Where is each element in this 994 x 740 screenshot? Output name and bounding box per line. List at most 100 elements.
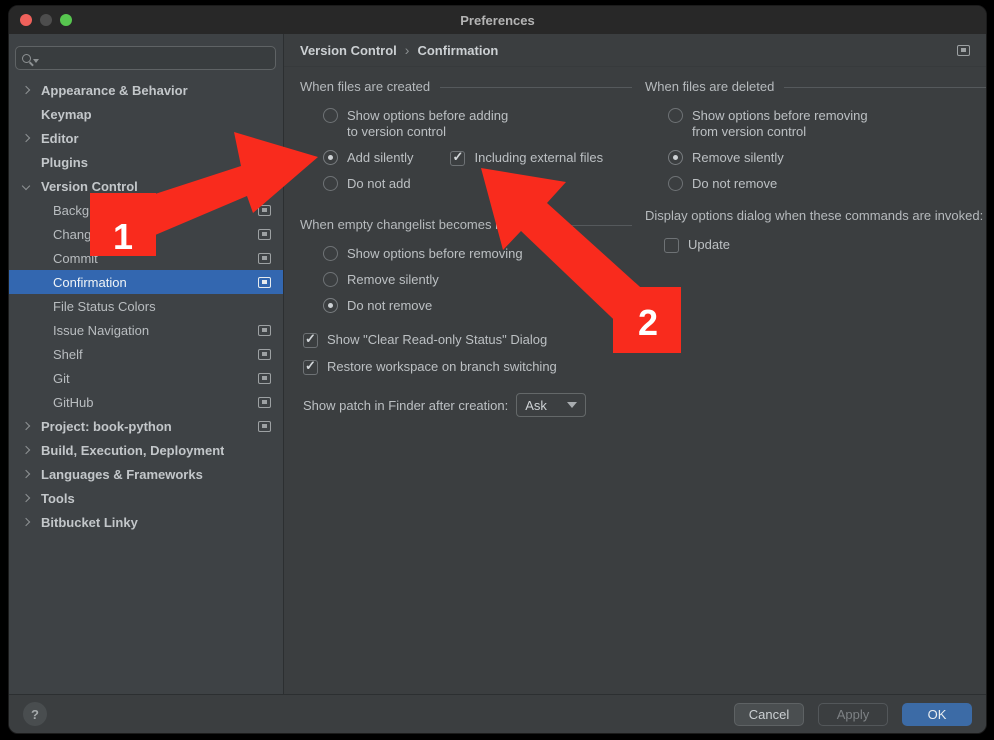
sidebar-item-label: Shelf [53, 347, 83, 362]
breadcrumb: Version Control › Confirmation [284, 34, 986, 67]
sidebar-item-tools[interactable]: Tools [9, 486, 283, 510]
sidebar-item-plugins[interactable]: Plugins [9, 150, 283, 174]
cancel-button[interactable]: Cancel [734, 703, 804, 726]
checkbox-icon [303, 333, 318, 348]
checkbox-label: Update [688, 237, 730, 253]
traffic-lights [20, 6, 72, 34]
radio-remove-silently-deleted[interactable]: Remove silently [668, 150, 986, 166]
radio-do-not-remove-deleted[interactable]: Do not remove [668, 176, 986, 192]
window-title: Preferences [460, 13, 534, 28]
settings-tree: Appearance & Behavior Keymap Editor Plug… [9, 78, 283, 534]
sidebar-item-github[interactable]: GitHub [9, 390, 283, 414]
radio-label: Add silently [347, 150, 413, 166]
ok-button[interactable]: OK [902, 703, 972, 726]
sidebar-item-label: Commit [53, 251, 98, 266]
chevron-down-icon [22, 182, 30, 190]
sidebar-item-commit[interactable]: Commit [9, 246, 283, 270]
radio-label: Show options before removing from versio… [692, 108, 868, 140]
radio-icon [668, 150, 683, 165]
radio-label: Do not add [347, 176, 411, 192]
sidebar-item-label: Languages & Frameworks [41, 467, 203, 482]
sidebar-item-languages-frameworks[interactable]: Languages & Frameworks [9, 462, 283, 486]
sidebar-item-issue-navigation[interactable]: Issue Navigation [9, 318, 283, 342]
radio-show-options-before-removing-vc[interactable]: Show options before removing from versio… [668, 108, 986, 140]
help-button[interactable]: ? [23, 702, 47, 726]
checkbox-icon [664, 238, 679, 253]
sidebar-item-label: Git [53, 371, 70, 386]
radio-icon [323, 298, 338, 313]
radio-do-not-add[interactable]: Do not add [323, 176, 632, 192]
screen-icon [258, 205, 271, 216]
checkbox-icon [303, 360, 318, 375]
checkbox-including-external-files[interactable]: Including external files [450, 150, 603, 166]
radio-remove-silently[interactable]: Remove silently [323, 272, 632, 288]
checkbox-restore-workspace[interactable]: Restore workspace on branch switching [303, 359, 632, 375]
radio-label: Show options before removing [347, 246, 523, 262]
sidebar-item-version-control[interactable]: Version Control [9, 174, 283, 198]
screen-icon [258, 373, 271, 384]
checkbox-icon [450, 151, 465, 166]
search-input[interactable] [41, 51, 269, 66]
sidebar-item-project-book-python[interactable]: Project: book-python [9, 414, 283, 438]
sidebar-item-shelf[interactable]: Shelf [9, 342, 283, 366]
radio-show-options-before-adding[interactable]: Show options before adding to version co… [323, 108, 632, 140]
section-title-label: When empty changelist becomes inactive [300, 216, 539, 234]
section-title-label: When files are created [300, 78, 430, 96]
section-empty-changelist: When empty changelist becomes inactive [300, 216, 632, 234]
breadcrumb-separator-icon: › [405, 42, 410, 58]
radio-label: Remove silently [692, 150, 784, 166]
sidebar-item-background[interactable]: Background [9, 198, 283, 222]
display-options-label: Display options dialog when these comman… [645, 208, 986, 223]
checkbox-clear-readonly-dialog[interactable]: Show "Clear Read-only Status" Dialog [303, 332, 632, 348]
radio-icon [668, 176, 683, 191]
sidebar-item-build-execution-deployment[interactable]: Build, Execution, Deployment [9, 438, 283, 462]
sidebar-item-label: File Status Colors [53, 299, 156, 314]
sidebar-item-appearance-behavior[interactable]: Appearance & Behavior [9, 78, 283, 102]
screen-icon [258, 253, 271, 264]
radio-icon [668, 108, 683, 123]
radio-add-silently[interactable]: Add silently Including external files [323, 150, 632, 166]
checkbox-label: Show "Clear Read-only Status" Dialog [327, 332, 547, 348]
chevron-right-icon [22, 446, 30, 454]
chevron-right-icon [22, 134, 30, 142]
radio-label: Do not remove [692, 176, 777, 192]
sidebar-item-label: Tools [41, 491, 75, 506]
close-window-button[interactable] [20, 14, 32, 26]
show-patch-label: Show patch in Finder after creation: [303, 398, 508, 413]
section-when-files-deleted: When files are deleted [645, 78, 986, 96]
minimize-window-button[interactable] [40, 14, 52, 26]
help-icon: ? [31, 707, 39, 722]
radio-show-options-before-removing[interactable]: Show options before removing [323, 246, 632, 262]
screen-icon [957, 45, 970, 56]
show-patch-dropdown[interactable]: Ask [516, 393, 586, 417]
sidebar-item-editor[interactable]: Editor [9, 126, 283, 150]
settings-search-field[interactable] [15, 46, 276, 70]
sidebar-item-label: Project: book-python [41, 419, 172, 434]
sidebar-item-changelists[interactable]: Changelists [9, 222, 283, 246]
radio-icon [323, 108, 338, 123]
sidebar-item-label: Version Control [41, 179, 138, 194]
screen-icon [258, 325, 271, 336]
sidebar-item-file-status-colors[interactable]: File Status Colors [9, 294, 283, 318]
preferences-window: Preferences Appearance & Behavior Keymap [8, 5, 987, 734]
sidebar-item-label: Background [53, 203, 122, 218]
sidebar-item-label: Bitbucket Linky [41, 515, 138, 530]
checkbox-update[interactable]: Update [664, 237, 986, 253]
radio-icon [323, 246, 338, 261]
zoom-window-button[interactable] [60, 14, 72, 26]
sidebar-item-label: Confirmation [53, 275, 127, 290]
sidebar-item-confirmation[interactable]: Confirmation [9, 270, 283, 294]
radio-icon [323, 176, 338, 191]
breadcrumb-current: Confirmation [417, 43, 498, 58]
sidebar-item-git[interactable]: Git [9, 366, 283, 390]
search-icon [22, 54, 31, 63]
section-when-files-created: When files are created [300, 78, 632, 96]
radio-do-not-remove[interactable]: Do not remove [323, 298, 632, 314]
sidebar-item-keymap[interactable]: Keymap [9, 102, 283, 126]
sidebar-item-bitbucket-linky[interactable]: Bitbucket Linky [9, 510, 283, 534]
apply-button[interactable]: Apply [818, 703, 888, 726]
breadcrumb-parent[interactable]: Version Control [300, 43, 397, 58]
sidebar-item-label: Keymap [41, 107, 92, 122]
dropdown-value: Ask [525, 398, 547, 413]
sidebar-item-label: Editor [41, 131, 79, 146]
